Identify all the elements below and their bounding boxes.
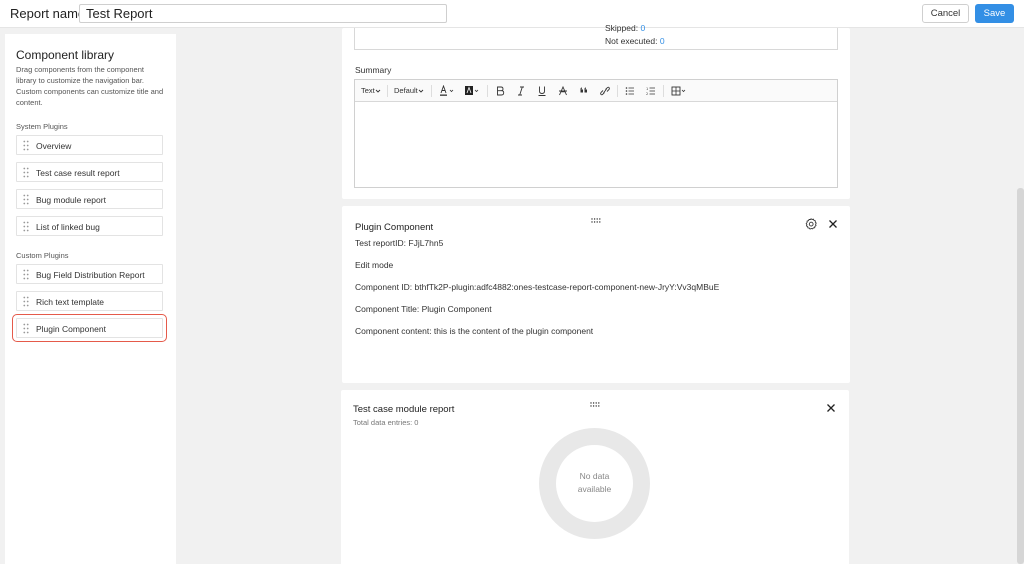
link-icon[interactable] [600, 84, 610, 98]
drag-grip-icon[interactable] [23, 221, 29, 232]
save-button[interactable]: Save [975, 4, 1014, 23]
test-case-module-report-card: Test case module report Total data entri… [341, 390, 849, 564]
bullet-list-icon[interactable] [625, 84, 635, 98]
close-icon[interactable] [827, 217, 839, 229]
total-data-entries: Total data entries: 0 [353, 418, 419, 427]
plugin-item-label: Bug module report [36, 195, 106, 205]
close-icon[interactable] [825, 401, 837, 413]
drag-grip-icon[interactable] [23, 296, 29, 307]
skipped-label: Skipped: [605, 23, 639, 33]
toolbar-divider [663, 85, 664, 97]
drag-grip-icon[interactable] [23, 323, 29, 334]
drag-grip-icon[interactable] [23, 140, 29, 151]
drag-grip-icon[interactable] [23, 269, 29, 280]
not-executed-label: Not executed: [605, 36, 658, 46]
chevron-down-icon [375, 89, 381, 93]
toolbar-divider [387, 85, 388, 97]
system-plugins-heading: System Plugins [16, 122, 68, 131]
no-data-line1: No data [579, 471, 610, 481]
summary-card: Skipped: 0 Not executed: 0 Summary Text … [342, 23, 850, 199]
plugin-item-plugin-component[interactable]: Plugin Component [12, 314, 167, 342]
plugin-component-title: Component Title: Plugin Component [355, 304, 492, 314]
text-style-dropdown[interactable]: Text [361, 84, 381, 98]
plugin-item-label: Rich text template [36, 297, 105, 307]
plugin-component-content: Component content: this is the content o… [355, 326, 594, 336]
drag-grip-icon[interactable] [23, 167, 29, 178]
skipped-line: Skipped: 0 [605, 23, 645, 33]
settings-gear-icon[interactable] [805, 217, 817, 230]
editor-toolbar: Text Default 12 [355, 80, 837, 102]
toolbar-divider [487, 85, 488, 97]
component-library-panel: Component library Drag components from t… [5, 34, 176, 564]
quote-icon[interactable] [579, 84, 589, 98]
not-executed-line: Not executed: 0 [605, 36, 665, 46]
no-data-message: No data available [539, 470, 650, 496]
summary-label: Summary [355, 65, 392, 75]
plugin-component-card: Plugin Component Test reportID: FJjL7hn5… [342, 206, 850, 383]
no-data-line2: available [577, 484, 612, 494]
font-dropdown[interactable]: Default [394, 84, 424, 98]
report-header: Report name: Cancel Save [0, 0, 1024, 28]
plugin-item-list-of-linked-bug[interactable]: List of linked bug [16, 216, 163, 236]
svg-text:1: 1 [646, 87, 648, 91]
report-name-input[interactable] [79, 4, 447, 23]
drag-handle-icon[interactable] [591, 210, 601, 223]
plugin-item-label: Plugin Component [36, 324, 106, 334]
font-color-icon[interactable] [439, 84, 455, 98]
underline-icon[interactable] [537, 84, 547, 98]
toolbar-divider [617, 85, 618, 97]
table-insert-icon[interactable] [671, 84, 687, 98]
cancel-button[interactable]: Cancel [922, 4, 969, 23]
clear-format-icon[interactable] [558, 84, 568, 98]
summary-rich-text-editor: Text Default 12 [354, 79, 838, 188]
plugin-item-label: Overview [36, 141, 72, 151]
skipped-value: 0 [640, 23, 646, 33]
numbered-list-icon[interactable]: 12 [646, 84, 656, 98]
toolbar-divider [431, 85, 432, 97]
not-executed-value: 0 [659, 36, 665, 46]
drag-handle-icon[interactable] [590, 394, 600, 407]
plugin-report-id: Test reportID: FJjL7hn5 [355, 238, 444, 248]
plugin-item-label: Test case result report [36, 168, 120, 178]
svg-text:2: 2 [646, 92, 648, 96]
plugin-item-bug-module-report[interactable]: Bug module report [16, 189, 163, 209]
drag-grip-icon[interactable] [23, 194, 29, 205]
report-name-label: Report name: [10, 6, 89, 21]
bold-icon[interactable] [495, 84, 505, 98]
plugin-item-label: Bug Field Distribution Report [36, 270, 145, 280]
custom-plugins-heading: Custom Plugins [16, 251, 69, 260]
font-value: Default [394, 86, 418, 95]
plugin-item-overview[interactable]: Overview [16, 135, 163, 155]
background-color-icon[interactable] [464, 84, 480, 98]
page-scrollbar[interactable] [1017, 188, 1024, 564]
text-style-value: Text [361, 86, 375, 95]
result-summary-box: Skipped: 0 Not executed: 0 [354, 23, 838, 50]
chevron-down-icon [418, 89, 424, 93]
italic-icon[interactable] [516, 84, 526, 98]
plugin-item-bug-field-distribution-report[interactable]: Bug Field Distribution Report [16, 264, 163, 284]
module-report-title: Test case module report [353, 404, 455, 415]
component-library-title: Component library [16, 48, 115, 62]
component-library-description: Drag components from the component libra… [16, 65, 164, 107]
plugin-item-test-case-result-report[interactable]: Test case result report [16, 162, 163, 182]
plugin-mode: Edit mode [355, 260, 394, 270]
plugin-item-label: List of linked bug [36, 222, 100, 232]
plugin-item-rich-text-template[interactable]: Rich text template [16, 291, 163, 311]
plugin-component-id: Component ID: bthfTk2P-plugin:adfc4882:o… [355, 282, 720, 292]
plugin-card-title: Plugin Component [355, 222, 434, 233]
